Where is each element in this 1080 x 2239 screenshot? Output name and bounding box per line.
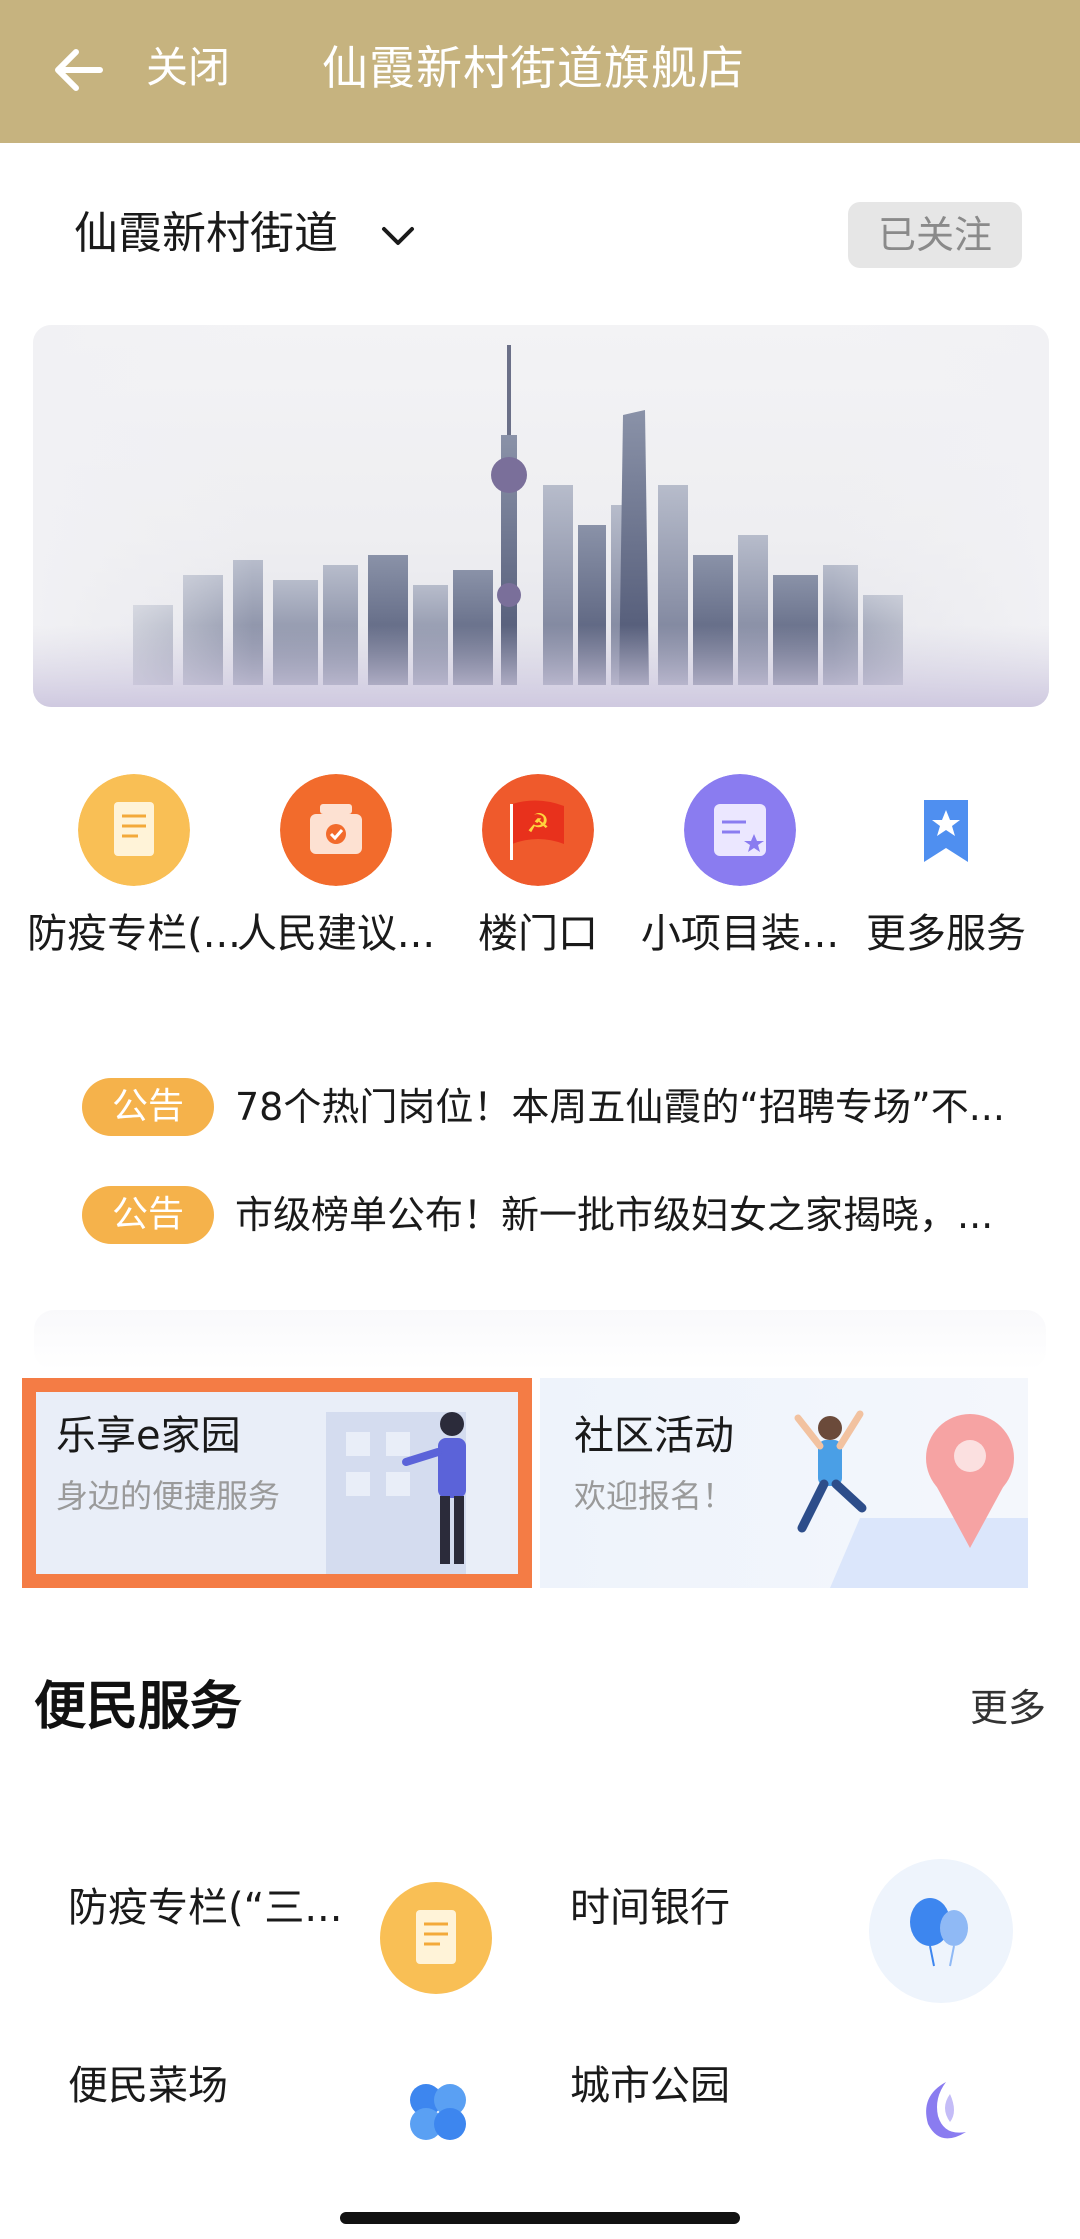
community-activity-card[interactable]: 社区活动 欢迎报名！ [540,1378,1028,1588]
quick-item-more[interactable]: 更多服务 [846,770,1046,970]
store-name[interactable]: 仙霞新村街道 [74,204,338,264]
quick-item-label: 小项目装... [640,911,840,957]
follow-button[interactable]: 已关注 [848,202,1022,268]
quick-item-renovation[interactable]: 小项目装... [640,770,840,970]
home-card-title: 乐享e家园 [56,1413,241,1459]
clover-icon [410,2084,466,2140]
svg-text:☭: ☭ [526,809,549,839]
quick-item-epidemic[interactable]: 防疫专栏(... [27,770,241,970]
header-bar: 关闭 仙霞新村街道旗舰店 [0,0,1080,143]
convenience-item-label: 防疫专栏(“三... [68,1885,343,1931]
city-skyline-image [33,325,1049,707]
notice-item[interactable]: 公告 市级榜单公布！新一批市级妇女之家揭晓，... [0,1180,1080,1250]
home-indicator [340,2212,740,2224]
section-title-convenience: 便民服务 [34,1677,243,1737]
activity-card-subtitle: 欢迎报名！ [574,1477,735,1515]
notice-text: 市级榜单公布！新一批市级妇女之家揭晓，... [235,1193,994,1237]
quick-services-row: 防疫专栏(... 人民建议... ☭ 楼门口 小项目装... 更多服务 [0,770,1080,970]
quick-item-label: 更多服务 [866,911,1026,957]
home-service-card[interactable]: 乐享e家园 身边的便捷服务 [22,1378,532,1588]
document-icon [78,774,190,886]
convenience-item-label: 便民菜场 [68,2063,228,2109]
party-flag-icon: ☭ [482,774,594,886]
window-title: 仙霞新村街道旗舰店 [322,41,745,95]
convenience-item[interactable]: 时间银行 [570,1859,1020,2040]
activity-card-title: 社区活动 [574,1413,734,1459]
quick-item-suggestion[interactable]: 人民建议... [236,770,436,970]
enterprise-certificate-icon [684,774,796,886]
notice-badge: 公告 [82,1186,214,1244]
notice-badge: 公告 [82,1078,214,1136]
convenience-item[interactable]: 城市公园 [570,2058,1020,2218]
bookmark-star-icon [924,800,968,862]
arrow-left-icon[interactable] [50,42,106,98]
chevron-down-icon[interactable] [378,216,418,256]
balloon-icon [869,1859,1013,2003]
document-icon [380,1882,492,1994]
convenience-item[interactable]: 便民菜场 [68,2058,508,2218]
close-button[interactable]: 关闭 [146,40,230,96]
convenience-item[interactable]: 防疫专栏(“三... [68,1880,508,2040]
convenience-item-label: 城市公园 [570,2063,730,2109]
more-link[interactable]: 更多 [970,1680,1046,1736]
store-selector-row: 仙霞新村街道 已关注 [0,190,1080,280]
notice-text: 78个热门岗位！本周五仙霞的“招聘专场”不... [235,1085,1005,1129]
suggestion-box-icon [280,774,392,886]
moon-swirl-icon [926,2082,966,2139]
notice-item[interactable]: 公告 78个热门岗位！本周五仙霞的“招聘专场”不... [0,1072,1080,1142]
convenience-item-label: 时间银行 [570,1885,730,1931]
quick-item-building-door[interactable]: ☭ 楼门口 [438,770,638,970]
feature-cards-backdrop [34,1310,1046,1370]
home-card-subtitle: 身边的便捷服务 [56,1477,281,1515]
banner[interactable] [33,325,1049,707]
